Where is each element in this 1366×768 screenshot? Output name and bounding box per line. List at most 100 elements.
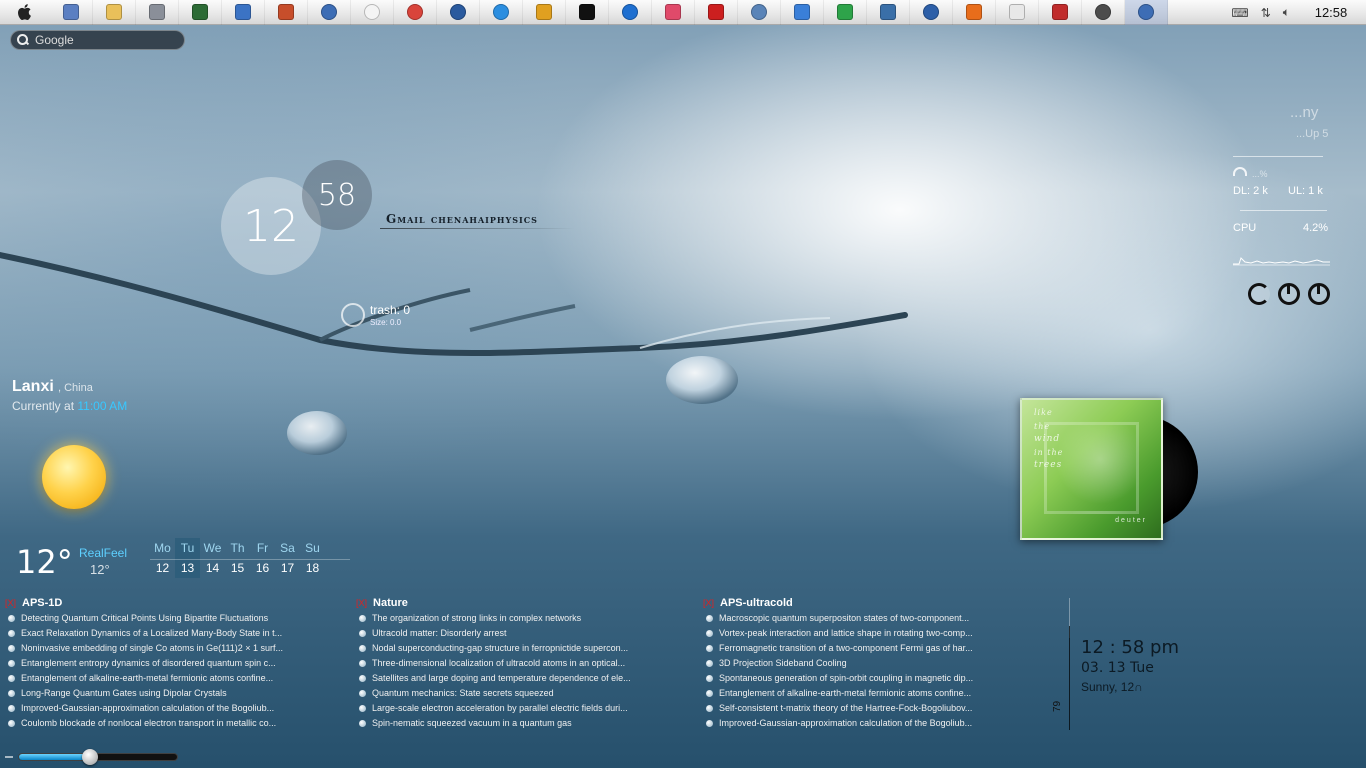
feed-item[interactable]: 3D Projection Sideband Cooling (703, 656, 1015, 671)
taskbar-app-steam[interactable] (1082, 0, 1125, 25)
album-cover[interactable]: like the wind in the trees deuter (1020, 398, 1163, 540)
folder-icon (106, 4, 122, 20)
feed-item[interactable]: Improved-Gaussian-approximation calculat… (5, 701, 317, 716)
divider (1233, 156, 1323, 157)
week-date[interactable]: 17 (275, 558, 300, 578)
taskbar-app-settings-app[interactable] (738, 0, 781, 25)
feed-item[interactable]: Nodal superconducting-gap structure in f… (356, 641, 668, 656)
cpu-label: CPU (1233, 222, 1257, 234)
week-date[interactable]: 15 (225, 558, 250, 578)
acrobat-icon (708, 4, 724, 20)
feed-item[interactable]: Noninvasive embedding of single Co atoms… (5, 641, 317, 656)
feed-item[interactable]: Ultracold matter: Disorderly arrest (356, 626, 668, 641)
search-input[interactable] (35, 33, 175, 47)
graph-app-icon (837, 4, 853, 20)
taskbar-app-arrow-app[interactable] (781, 0, 824, 25)
feed-title[interactable]: APS-ultracold (720, 597, 793, 609)
week-date[interactable]: 14 (200, 558, 225, 578)
network-icon[interactable]: ⇅ (1261, 6, 1271, 20)
feed-item[interactable]: Spontaneous generation of spin-orbit cou… (703, 671, 1015, 686)
feed-item[interactable]: Large-scale electron acceleration by par… (356, 701, 668, 716)
divider (1069, 626, 1070, 730)
taskbar-app-itunes-1[interactable] (308, 0, 351, 25)
divider (380, 228, 575, 229)
feed-item[interactable]: Macroscopic quantum superpositon states … (703, 611, 1015, 626)
week-date[interactable]: 13 (175, 558, 200, 578)
gmail-label[interactable]: Gmail chenahaiphysics (386, 212, 538, 226)
taskbar-app-remote-desktop[interactable] (222, 0, 265, 25)
taskbar-app-graph-app[interactable] (824, 0, 867, 25)
system-tray: ⌨ ⇅ 🔈︎ 12:58 (1225, 0, 1366, 25)
volume-marker (5, 756, 13, 758)
keyboard-icon[interactable]: ⌨ (1231, 6, 1248, 20)
taskbar-app-colorful-app[interactable] (652, 0, 695, 25)
feed-item[interactable]: The organization of strong links in comp… (356, 611, 668, 626)
taskbar-app-internet-explorer[interactable] (480, 0, 523, 25)
volume-slider[interactable] (18, 749, 178, 765)
feed-header: [X] Nature (356, 596, 668, 611)
taskbar-app-chrome[interactable] (394, 0, 437, 25)
search-icon (17, 34, 29, 46)
week-date[interactable]: 16 (250, 558, 275, 578)
volume-icon[interactable]: 🔈︎ (1283, 5, 1290, 20)
restart-icon[interactable] (1248, 283, 1270, 305)
feed-list: The organization of strong links in comp… (356, 611, 668, 731)
taskbar-app-search-app[interactable] (910, 0, 953, 25)
feed-item[interactable]: Exact Relaxation Dynamics of a Localized… (5, 626, 317, 641)
feed-item[interactable]: Vortex-peak interaction and lattice shap… (703, 626, 1015, 641)
feed-item[interactable]: Detecting Quantum Critical Points Using … (5, 611, 317, 626)
taskbar-app-dbs[interactable] (566, 0, 609, 25)
taskbar-app-x-app[interactable] (1039, 0, 1082, 25)
feed-item[interactable]: Entanglement of alkaline-earth-metal fer… (5, 671, 317, 686)
feed-item[interactable]: Ferromagnetic transition of a two-compon… (703, 641, 1015, 656)
taskbar-app-tools[interactable] (523, 0, 566, 25)
x-app-icon (1052, 4, 1068, 20)
taskbar-app-documents[interactable] (50, 0, 93, 25)
taskbar-app-paint-app[interactable] (265, 0, 308, 25)
taskbar-app-python[interactable] (867, 0, 910, 25)
taskbar-app-folder[interactable] (93, 0, 136, 25)
feed-aps-1d: [X] APS-1D Detecting Quantum Critical Poin… (5, 596, 317, 731)
feed-item[interactable]: Spin-nematic squeezed vacuum in a quantu… (356, 716, 668, 731)
volume-knob[interactable] (82, 749, 99, 765)
feed-title[interactable]: Nature (373, 597, 408, 609)
feed-item[interactable]: Self-consistent t-matrix theory of the H… (703, 701, 1015, 716)
feed-close-button[interactable]: [X] (5, 598, 16, 608)
taskbar-app-drop[interactable] (996, 0, 1039, 25)
album-title-line: wind (1034, 434, 1061, 444)
feed-item[interactable]: Long-Range Quantum Gates using Dipolar C… (5, 686, 317, 701)
globe-icon (450, 4, 466, 20)
feed-item[interactable]: Entanglement of alkaline-earth-metal fer… (703, 686, 1015, 701)
feed-item[interactable]: Satellites and large doping and temperat… (356, 671, 668, 686)
taskbar-app-globe[interactable] (437, 0, 480, 25)
taskbar-app-task-manager[interactable] (179, 0, 222, 25)
week-date[interactable]: 18 (300, 558, 325, 578)
taskbar-app-itunes-2[interactable] (1125, 0, 1168, 25)
feed-item[interactable]: Three-dimensional localization of ultrac… (356, 656, 668, 671)
taskbar-app-acrobat[interactable] (695, 0, 738, 25)
feed-item[interactable]: Improved-Gaussian-approximation calculat… (703, 716, 1015, 731)
feed-close-button[interactable]: [X] (703, 598, 714, 608)
taskbar-app-system-info[interactable] (136, 0, 179, 25)
feed-header: [X] APS-ultracold (703, 596, 1015, 611)
feed-title[interactable]: APS-1D (22, 597, 62, 609)
trash-icon[interactable] (341, 303, 365, 327)
tray-clock[interactable]: 12:58 (1302, 5, 1360, 20)
feed-close-button[interactable]: [X] (356, 598, 367, 608)
feed-item[interactable]: Entanglement entropy dynamics of disorde… (5, 656, 317, 671)
album-title-line: in the (1034, 448, 1064, 457)
cpu-graph (1233, 257, 1330, 266)
week-date[interactable]: 12 (150, 558, 175, 578)
taskbar-app-back-app[interactable] (609, 0, 652, 25)
taskbar-app-matlab[interactable] (953, 0, 996, 25)
feed-item[interactable]: Quantum mechanics: State secrets squeeze… (356, 686, 668, 701)
apple-logo-icon[interactable] (0, 0, 50, 25)
system-title: ...ny (1290, 104, 1319, 121)
weather-updated-time: 11:00 AM (77, 399, 128, 413)
shutdown-icon[interactable] (1278, 283, 1300, 305)
week-day-label: Fr (256, 541, 269, 555)
logoff-icon[interactable] (1308, 283, 1330, 305)
system-info-icon (149, 4, 165, 20)
feed-item[interactable]: Coulomb blockade of nonlocal electron tr… (5, 716, 317, 731)
taskbar-app-chat[interactable] (351, 0, 394, 25)
